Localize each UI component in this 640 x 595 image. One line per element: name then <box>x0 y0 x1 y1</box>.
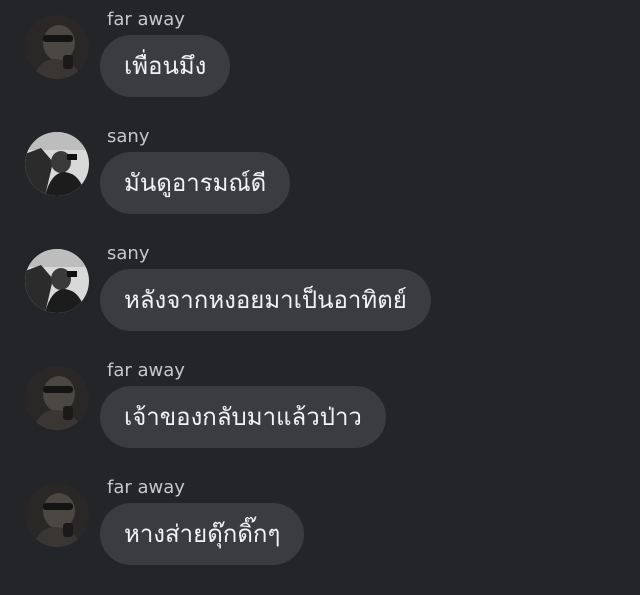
avatar[interactable] <box>25 366 89 430</box>
message-row: far away เจ้าของกลับมาแล้วป่าว <box>0 360 640 476</box>
profile-photo-icon <box>25 15 89 79</box>
sender-name: far away <box>107 9 185 30</box>
message-row: sany หลังจากหงอยมาเป็นอาทิตย์ <box>0 243 640 359</box>
avatar[interactable] <box>25 132 89 196</box>
sender-name: far away <box>107 477 185 498</box>
avatar[interactable] <box>25 249 89 313</box>
chat-thread: far away เพื่อนมึง sany มันดูอารมณ์ดี sa… <box>0 0 640 595</box>
message-bubble[interactable]: หลังจากหงอยมาเป็นอาทิตย์ <box>100 269 431 331</box>
profile-photo-icon <box>25 366 89 430</box>
sender-name: far away <box>107 360 185 381</box>
message-row: far away เพื่อนมึง <box>0 9 640 125</box>
profile-photo-icon <box>25 249 89 313</box>
sender-name: sany <box>107 126 150 147</box>
avatar[interactable] <box>25 483 89 547</box>
message-bubble[interactable]: มันดูอารมณ์ดี <box>100 152 291 214</box>
avatar[interactable] <box>25 15 89 79</box>
message-bubble[interactable]: หางส่ายดุ๊กดิ๊กๆ <box>100 503 305 565</box>
message-row: sany มันดูอารมณ์ดี <box>0 126 640 242</box>
sender-name: sany <box>107 243 150 264</box>
message-bubble[interactable]: เจ้าของกลับมาแล้วป่าว <box>100 386 386 448</box>
message-bubble[interactable]: เพื่อนมึง <box>100 35 231 97</box>
profile-photo-icon <box>25 483 89 547</box>
profile-photo-icon <box>25 132 89 196</box>
message-row: far away หางส่ายดุ๊กดิ๊กๆ <box>0 477 640 593</box>
